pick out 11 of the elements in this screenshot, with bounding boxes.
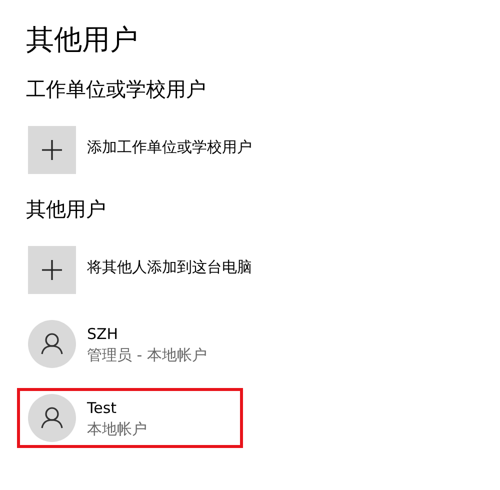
avatar-icon bbox=[28, 394, 76, 442]
plus-icon bbox=[28, 246, 76, 294]
page-title: 其他用户 bbox=[26, 22, 139, 58]
user-account-item[interactable]: Test 本地帐户 bbox=[17, 388, 243, 448]
avatar-icon bbox=[28, 320, 76, 368]
plus-icon bbox=[28, 126, 76, 174]
user-account-item[interactable]: SZH 管理员 - 本地帐户 bbox=[17, 314, 243, 374]
add-user-button[interactable]: 将其他人添加到这台电脑 bbox=[17, 240, 263, 300]
section-heading: 其他用户 bbox=[26, 196, 107, 223]
section-heading: 工作单位或学校用户 bbox=[26, 76, 207, 103]
add-user-button[interactable]: 添加工作单位或学校用户 bbox=[17, 120, 263, 180]
